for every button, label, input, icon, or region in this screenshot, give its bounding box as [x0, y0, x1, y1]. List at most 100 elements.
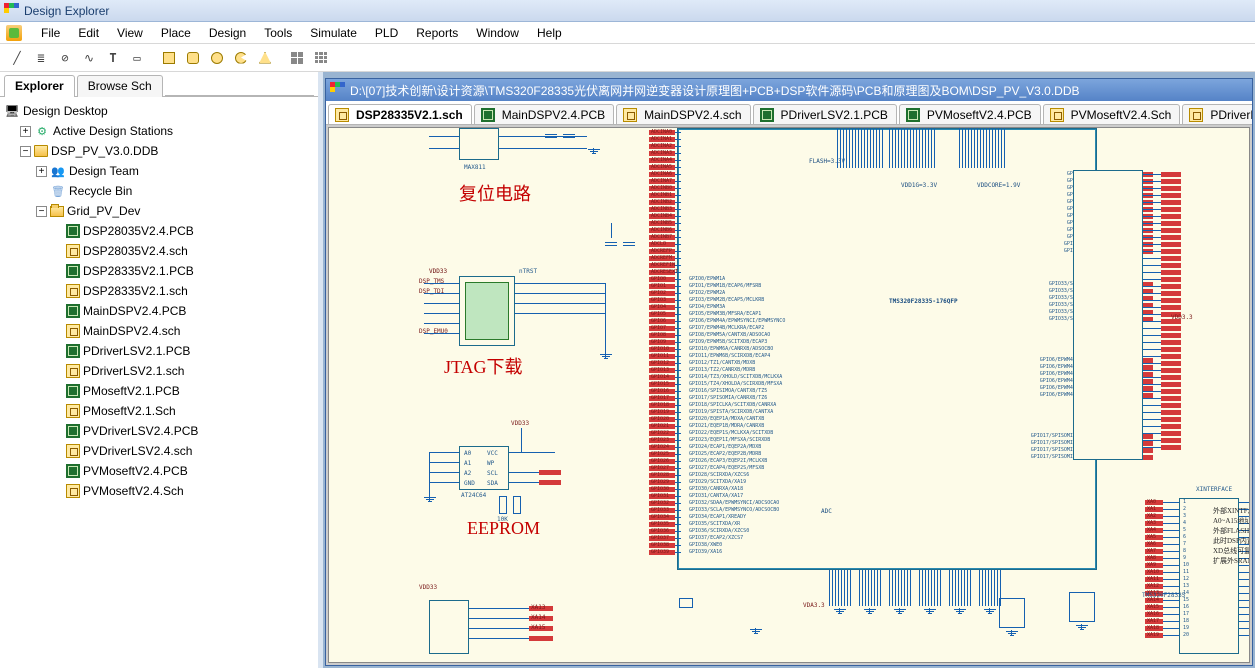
- menu-edit[interactable]: Edit: [69, 23, 108, 43]
- sch-file-icon: [66, 364, 80, 378]
- tool-frame[interactable]: ▭: [126, 47, 148, 69]
- menu-help[interactable]: Help: [528, 23, 571, 43]
- menu-view[interactable]: View: [108, 23, 152, 43]
- collapse-icon[interactable]: −: [20, 146, 31, 157]
- pcb-file-icon: [906, 108, 920, 122]
- sch-file-icon: [1189, 108, 1203, 122]
- tool-pie[interactable]: [230, 47, 252, 69]
- tool-bus[interactable]: ≣: [30, 47, 52, 69]
- schematic-note: 外部XINTF总线A0~A15地址外部FLASH扩展此时DSP内置XD总线可复用…: [1213, 506, 1250, 566]
- tab-explorer[interactable]: Explorer: [4, 75, 75, 97]
- tool-array-2x2[interactable]: [286, 47, 308, 69]
- document-tabstrip: DSP28335V2.1.schMainDSPV2.4.PCBMainDSPV2…: [326, 101, 1252, 125]
- recycle-bin-icon: [50, 183, 66, 199]
- sch-file-icon: [1050, 108, 1064, 122]
- expand-icon[interactable]: +: [36, 166, 47, 177]
- menu-place[interactable]: Place: [152, 23, 200, 43]
- tool-poly[interactable]: [254, 47, 276, 69]
- menu-window[interactable]: Window: [467, 23, 528, 43]
- tool-ellipse[interactable]: [206, 47, 228, 69]
- tree-file[interactable]: PDriverLSV2.1.sch: [52, 361, 316, 381]
- vdd-bank-3: [959, 128, 1005, 168]
- tree-folder-gridpvdev[interactable]: − Grid_PV_Dev: [36, 201, 316, 221]
- vdd-bank-1: [837, 128, 883, 168]
- menu-file[interactable]: File: [32, 23, 69, 43]
- sch-file-icon: [66, 444, 80, 458]
- toolbar: ╱ ≣ ⊘ ∿ T ▭: [0, 44, 1255, 72]
- tree-file[interactable]: DSP28035V2.4.PCB: [52, 221, 316, 241]
- explorer-tree[interactable]: Design Desktop + Active Design Stations …: [0, 96, 318, 668]
- tree-file[interactable]: MainDSPV2.4.sch: [52, 321, 316, 341]
- tree-design-team[interactable]: + Design Team: [36, 161, 316, 181]
- collapse-icon[interactable]: −: [36, 206, 47, 217]
- tree-file[interactable]: PVDriverLSV2.4.sch: [52, 441, 316, 461]
- menu-bar: FileEditViewPlaceDesignToolsSimulatePLDR…: [0, 22, 1255, 44]
- tree-file[interactable]: PMoseftV2.1.PCB: [52, 381, 316, 401]
- section-label-jtag: JTAG下载: [444, 353, 523, 379]
- tool-array-3x3[interactable]: [310, 47, 332, 69]
- ic-boot: [429, 600, 469, 654]
- document-path: D:\[07]技术创新\设计资源\TMS320F28335光伏离网并网逆变器设计…: [350, 82, 1080, 99]
- ic-gpio-right: [1073, 170, 1143, 460]
- expand-icon[interactable]: +: [20, 126, 31, 137]
- tab-browse-sch[interactable]: Browse Sch: [77, 75, 163, 97]
- pcb-file-icon: [66, 424, 80, 438]
- tree-active-stations[interactable]: + Active Design Stations: [20, 121, 316, 141]
- pcb-file-icon: [66, 264, 80, 278]
- window-titlebar: Design Explorer: [0, 0, 1255, 22]
- tree-file[interactable]: PMoseftV2.1.Sch: [52, 401, 316, 421]
- doc-tab[interactable]: MainDSPV2.4.sch: [616, 104, 750, 125]
- explorer-pane: Explorer Browse Sch Design Desktop + Act…: [0, 72, 318, 668]
- sch-file-icon: [335, 108, 349, 122]
- schematic-canvas[interactable]: 复位电路 JTAG下载 EEPROM MAX811: [328, 127, 1250, 663]
- ic-reset: [459, 128, 499, 160]
- tool-round-rect[interactable]: [182, 47, 204, 69]
- menu-simulate[interactable]: Simulate: [301, 23, 366, 43]
- sch-file-icon: [66, 484, 80, 498]
- doc-tab[interactable]: PVMoseftV2.4.Sch: [1043, 104, 1181, 125]
- tool-text[interactable]: T: [102, 47, 124, 69]
- doc-tab[interactable]: MainDSPV2.4.PCB: [474, 104, 614, 125]
- pcb-file-icon: [481, 108, 495, 122]
- tree-file[interactable]: PVDriverLSV2.4.PCB: [52, 421, 316, 441]
- tree-root[interactable]: Design Desktop: [4, 101, 316, 121]
- pcb-file-icon: [66, 304, 80, 318]
- team-icon: [50, 163, 66, 179]
- tool-rect-fill[interactable]: [158, 47, 180, 69]
- menu-design[interactable]: Design: [200, 23, 255, 43]
- tree-file[interactable]: PDriverLSV2.1.PCB: [52, 341, 316, 361]
- sch-file-icon: [66, 324, 80, 338]
- system-menu-icon[interactable]: [6, 25, 22, 41]
- doc-tab[interactable]: PVMoseftV2.4.PCB: [899, 104, 1041, 125]
- folder-icon: [50, 206, 64, 217]
- tree-ddb[interactable]: − DSP_PV_V3.0.DDB: [20, 141, 316, 161]
- tree-file[interactable]: PVMoseftV2.4.PCB: [52, 461, 316, 481]
- tree-recycle-bin[interactable]: Recycle Bin: [36, 181, 316, 201]
- tool-wave[interactable]: ∿: [78, 47, 100, 69]
- document-window: D:\[07]技术创新\设计资源\TMS320F28335光伏离网并网逆变器设计…: [325, 78, 1253, 666]
- stations-icon: [34, 123, 50, 139]
- section-label-reset: 复位电路: [459, 180, 531, 206]
- menu-pld[interactable]: PLD: [366, 23, 407, 43]
- tree-file[interactable]: DSP28335V2.1.sch: [52, 281, 316, 301]
- tree-file[interactable]: MainDSPV2.4.PCB: [52, 301, 316, 321]
- tree-file[interactable]: DSP28035V2.4.sch: [52, 241, 316, 261]
- sch-file-icon: [623, 108, 637, 122]
- pcb-file-icon: [66, 384, 80, 398]
- doc-tab[interactable]: PDriverLSV2.1.sc: [1182, 104, 1252, 125]
- pcb-file-icon: [66, 464, 80, 478]
- doc-tab[interactable]: PDriverLSV2.1.PCB: [753, 104, 897, 125]
- doc-tab[interactable]: DSP28335V2.1.sch: [328, 104, 472, 125]
- desktop-icon: [4, 103, 20, 119]
- menu-tools[interactable]: Tools: [255, 23, 301, 43]
- tool-arc[interactable]: ⊘: [54, 47, 76, 69]
- app-icon: [4, 3, 20, 19]
- vdd-bank-2: [889, 128, 935, 168]
- document-titlebar[interactable]: D:\[07]技术创新\设计资源\TMS320F28335光伏离网并网逆变器设计…: [326, 79, 1252, 101]
- tool-line[interactable]: ╱: [6, 47, 28, 69]
- tree-file[interactable]: DSP28335V2.1.PCB: [52, 261, 316, 281]
- pcb-file-icon: [66, 344, 80, 358]
- tree-file[interactable]: PVMoseftV2.4.Sch: [52, 481, 316, 501]
- menu-reports[interactable]: Reports: [407, 23, 467, 43]
- ddb-icon: [34, 145, 48, 157]
